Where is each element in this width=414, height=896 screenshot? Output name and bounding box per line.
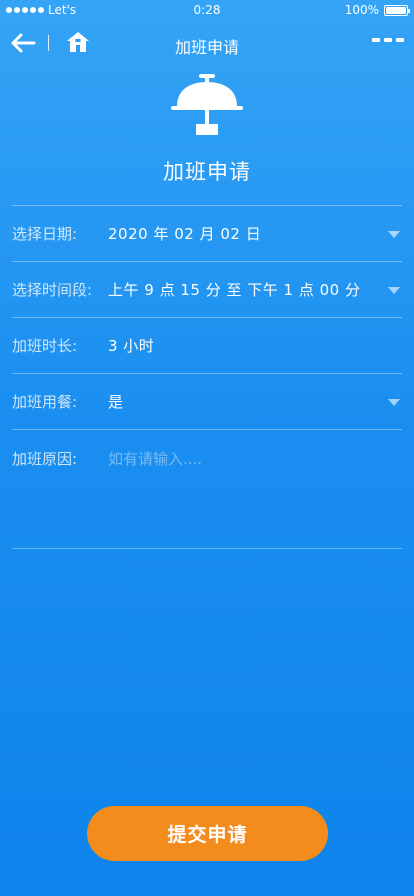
duration-row: 加班时长: 3 小时 (12, 317, 402, 373)
battery-percent: 100% (344, 3, 379, 17)
page-title: 加班申请 (163, 160, 251, 184)
duration-label: 加班时长: (12, 337, 78, 355)
meal-value[interactable]: 是 (108, 391, 124, 412)
status-bar: Let's 0:28 100% (0, 0, 414, 20)
meal-label: 加班用餐: (12, 393, 78, 411)
overtime-form: 选择日期: 2020 年 02 月 02 日 选择时间段: 上午 9 点 15 … (12, 205, 402, 549)
more-dots-icon[interactable] (372, 38, 404, 42)
meal-row[interactable]: 加班用餐: 是 (12, 373, 402, 429)
duration-value: 3 小时 (108, 337, 155, 355)
status-bar-right: 100% (344, 3, 410, 17)
chevron-down-icon[interactable] (388, 399, 400, 406)
date-value[interactable]: 2020 年 02 月 02 日 (108, 223, 261, 244)
time-range-row[interactable]: 选择时间段: 上午 9 点 15 分 至 下午 1 点 00 分 (12, 261, 402, 317)
chevron-down-icon[interactable] (388, 231, 400, 238)
chevron-down-icon[interactable] (388, 287, 400, 294)
battery-level (386, 6, 406, 14)
reason-label: 加班原因: (12, 450, 78, 468)
nav-title: 加班申请 (174, 38, 239, 57)
submit-button[interactable]: 提交申请 (87, 806, 328, 861)
time-range-value[interactable]: 上午 9 点 15 分 至 下午 1 点 00 分 (108, 279, 360, 300)
reason-input[interactable] (108, 448, 388, 538)
time-range-label: 选择时间段: (12, 281, 93, 299)
date-row[interactable]: 选择日期: 2020 年 02 月 02 日 (12, 205, 402, 261)
battery-icon (384, 4, 410, 16)
nav-bar: 加班申请 (0, 22, 414, 66)
service-bell-icon (171, 74, 243, 135)
reason-row: 加班原因: (12, 429, 402, 549)
date-label: 选择日期: (12, 225, 78, 243)
